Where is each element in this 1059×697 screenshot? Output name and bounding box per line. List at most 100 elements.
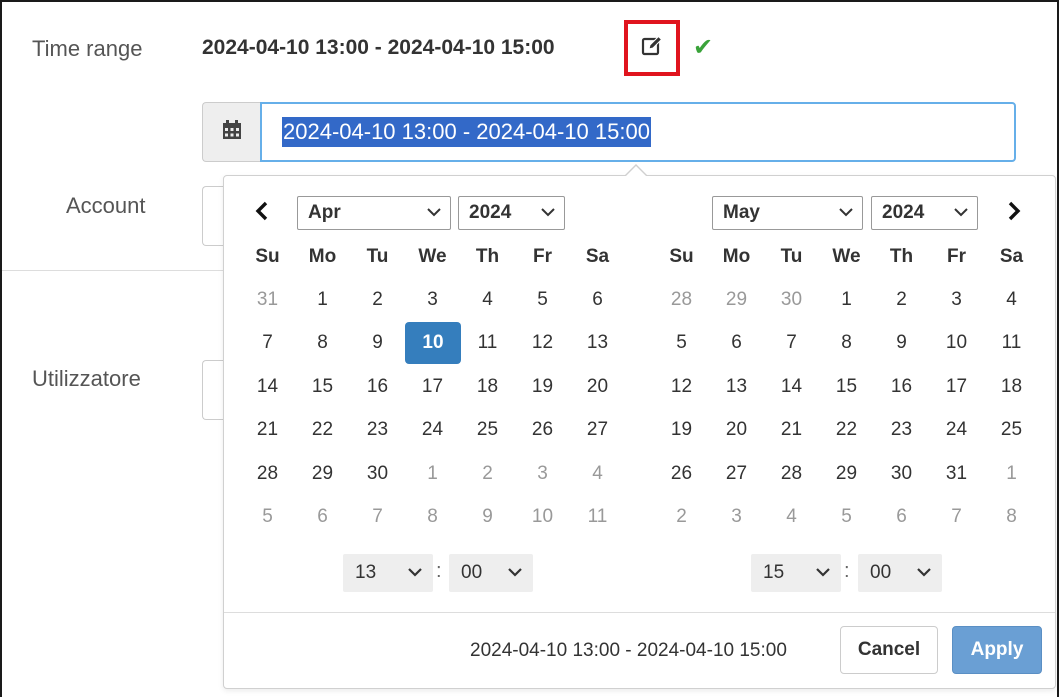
calendar-day[interactable]: 22 [819, 409, 874, 453]
left-year-select[interactable]: 2024 [458, 196, 565, 230]
calendar-day[interactable]: 5 [654, 322, 709, 366]
calendar-day[interactable]: 22 [295, 409, 350, 453]
calendar-day[interactable]: 15 [819, 365, 874, 409]
calendar-day[interactable]: 29 [819, 452, 874, 496]
calendar-day[interactable]: 3 [929, 278, 984, 322]
calendar-day[interactable]: 25 [984, 409, 1039, 453]
calendar-day[interactable]: 16 [350, 365, 405, 409]
right-minute-select[interactable]: 00 [858, 554, 942, 592]
left-month-select[interactable]: Apr [297, 196, 451, 230]
check-icon[interactable]: ✔ [693, 33, 713, 62]
calendar-day[interactable]: 6 [295, 496, 350, 540]
calendar-day[interactable]: 2 [350, 278, 405, 322]
calendar-day[interactable]: 7 [240, 322, 295, 366]
calendar-day[interactable]: 2 [460, 452, 515, 496]
calendar-day[interactable]: 19 [654, 409, 709, 453]
calendar-day[interactable]: 24 [929, 409, 984, 453]
calendar-day[interactable]: 19 [515, 365, 570, 409]
calendar-day[interactable]: 17 [405, 365, 460, 409]
calendar-day[interactable]: 26 [654, 452, 709, 496]
cancel-button[interactable]: Cancel [840, 626, 938, 674]
calendar-day[interactable]: 27 [570, 409, 625, 453]
calendar-day[interactable]: 1 [984, 452, 1039, 496]
calendar-day[interactable]: 14 [240, 365, 295, 409]
right-hour-select[interactable]: 15 [751, 554, 841, 592]
calendar-day[interactable]: 10 [515, 496, 570, 540]
calendar-day[interactable]: 26 [515, 409, 570, 453]
calendar-day[interactable]: 2 [654, 496, 709, 540]
prev-month-button[interactable] [254, 198, 270, 229]
calendar-day[interactable]: 1 [819, 278, 874, 322]
right-month-select[interactable]: May [712, 196, 863, 230]
calendar-day[interactable]: 30 [350, 452, 405, 496]
calendar-day[interactable]: 4 [460, 278, 515, 322]
calendar-day[interactable]: 20 [570, 365, 625, 409]
calendar-day[interactable]: 29 [295, 452, 350, 496]
calendar-day[interactable]: 8 [984, 496, 1039, 540]
calendar-day[interactable]: 5 [819, 496, 874, 540]
calendar-day[interactable]: 3 [709, 496, 764, 540]
calendar-day[interactable]: 10 [405, 322, 461, 366]
calendar-day[interactable]: 10 [929, 322, 984, 366]
calendar-day[interactable]: 23 [874, 409, 929, 453]
calendar-day[interactable]: 14 [764, 365, 819, 409]
calendar-day[interactable]: 25 [460, 409, 515, 453]
calendar-day[interactable]: 28 [654, 278, 709, 322]
calendar-day[interactable]: 8 [405, 496, 460, 540]
calendar-day[interactable]: 5 [240, 496, 295, 540]
edit-button[interactable] [624, 20, 680, 76]
calendar-day[interactable]: 12 [654, 365, 709, 409]
date-range-input[interactable]: 2024-04-10 13:00 - 2024-04-10 15:00 [260, 102, 1016, 162]
calendar-day[interactable]: 12 [515, 322, 570, 366]
calendar-day[interactable]: 31 [929, 452, 984, 496]
calendar-day[interactable]: 1 [295, 278, 350, 322]
calendar-day[interactable]: 4 [570, 452, 625, 496]
calendar-day[interactable]: 6 [874, 496, 929, 540]
apply-button[interactable]: Apply [952, 626, 1042, 674]
calendar-day[interactable]: 11 [570, 496, 625, 540]
calendar-day[interactable]: 4 [984, 278, 1039, 322]
calendar-day[interactable]: 30 [764, 278, 819, 322]
calendar-day[interactable]: 3 [405, 278, 460, 322]
calendar-day[interactable]: 30 [874, 452, 929, 496]
calendar-day[interactable]: 1 [405, 452, 460, 496]
calendar-day[interactable]: 27 [709, 452, 764, 496]
calendar-day[interactable]: 7 [764, 322, 819, 366]
calendar-day[interactable]: 9 [350, 322, 405, 366]
calendar-day[interactable]: 21 [764, 409, 819, 453]
calendar-day[interactable]: 21 [240, 409, 295, 453]
left-hour-select[interactable]: 13 [343, 554, 433, 592]
calendar-day[interactable]: 7 [929, 496, 984, 540]
calendar-addon[interactable] [202, 102, 260, 162]
calendar-day[interactable]: 13 [709, 365, 764, 409]
calendar-day[interactable]: 5 [515, 278, 570, 322]
calendar-day[interactable]: 13 [570, 322, 625, 366]
calendar-day[interactable]: 3 [515, 452, 570, 496]
calendar-day[interactable]: 11 [984, 322, 1039, 366]
calendar-day[interactable]: 4 [764, 496, 819, 540]
calendar-day[interactable]: 7 [350, 496, 405, 540]
right-year-select[interactable]: 2024 [871, 196, 978, 230]
next-month-button[interactable] [1006, 198, 1022, 229]
calendar-day[interactable]: 8 [819, 322, 874, 366]
calendar-day[interactable]: 28 [240, 452, 295, 496]
calendar-day[interactable]: 16 [874, 365, 929, 409]
calendar-day[interactable]: 23 [350, 409, 405, 453]
calendar-day[interactable]: 6 [709, 322, 764, 366]
calendar-day[interactable]: 18 [460, 365, 515, 409]
calendar-day[interactable]: 24 [405, 409, 460, 453]
calendar-day[interactable]: 31 [240, 278, 295, 322]
calendar-day[interactable]: 20 [709, 409, 764, 453]
calendar-day[interactable]: 2 [874, 278, 929, 322]
calendar-day[interactable]: 9 [874, 322, 929, 366]
calendar-day[interactable]: 15 [295, 365, 350, 409]
calendar-day[interactable]: 17 [929, 365, 984, 409]
calendar-day[interactable]: 11 [460, 322, 515, 366]
calendar-day[interactable]: 18 [984, 365, 1039, 409]
left-minute-select[interactable]: 00 [449, 554, 533, 592]
calendar-day[interactable]: 8 [295, 322, 350, 366]
calendar-day[interactable]: 29 [709, 278, 764, 322]
calendar-day[interactable]: 28 [764, 452, 819, 496]
calendar-day[interactable]: 6 [570, 278, 625, 322]
calendar-day[interactable]: 9 [460, 496, 515, 540]
